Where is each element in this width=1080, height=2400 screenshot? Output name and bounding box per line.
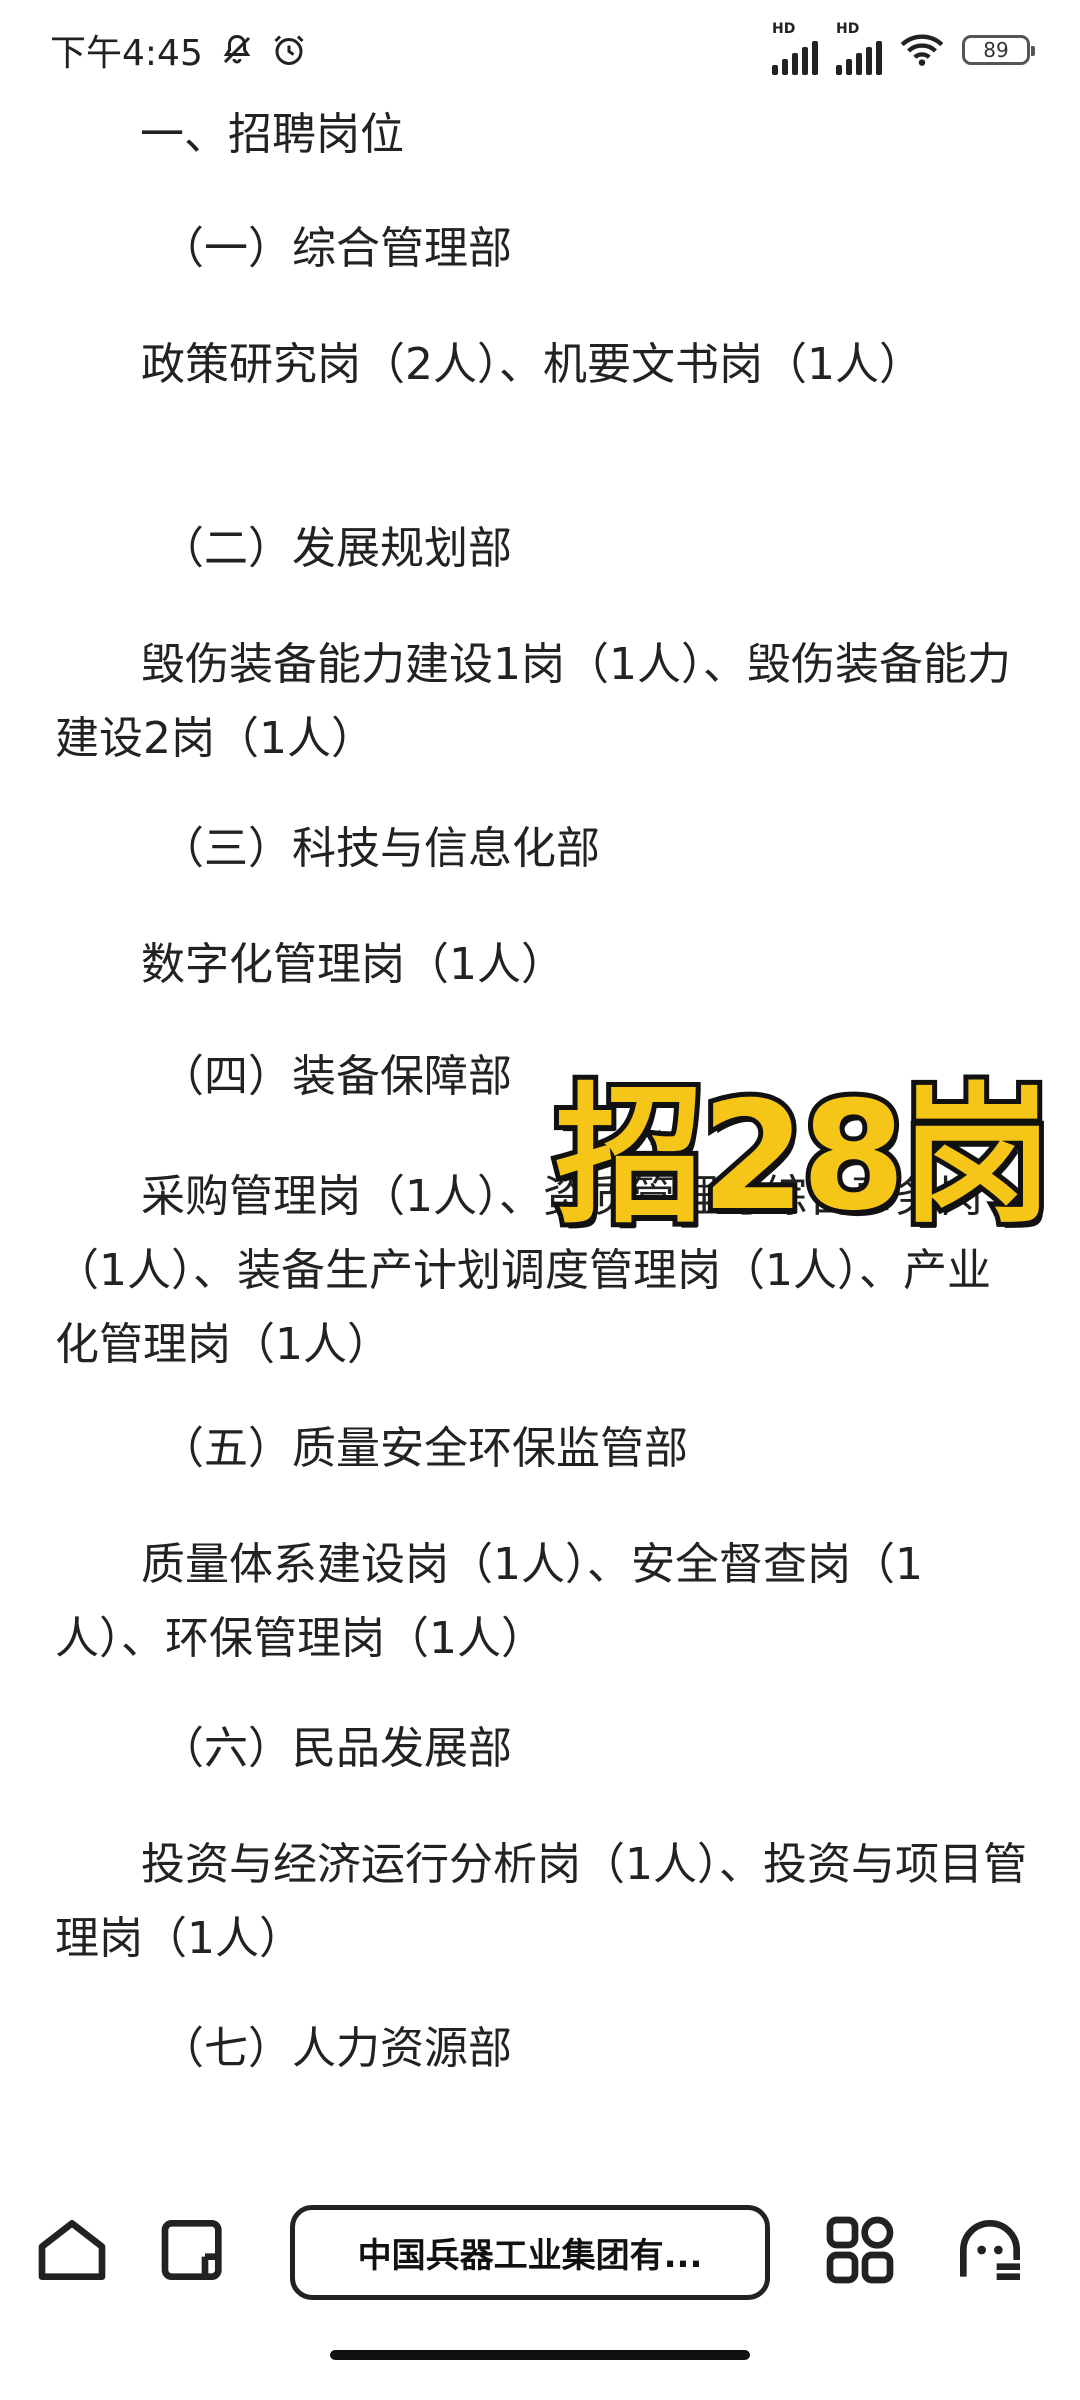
address-bar[interactable]: 中国兵器工业集团有...: [290, 2205, 770, 2300]
heading-recruitment-positions: 一、招聘岗位: [140, 109, 404, 160]
hd-label-2: HD: [836, 21, 860, 37]
apps-grid-icon[interactable]: [820, 2210, 900, 2290]
wifi-icon: [900, 34, 944, 66]
home-indicator[interactable]: [330, 2350, 750, 2360]
bottom-toolbar: 中国兵器工业集团有...: [0, 2180, 1080, 2320]
tabs-icon[interactable]: [155, 2210, 235, 2290]
section-body-5: 质量体系建设岗（1人）、安全督查岗（1人）、环保管理岗（1人）: [55, 1539, 923, 1664]
section-body-3: 数字化管理岗（1人）: [141, 939, 565, 990]
address-bar-text: 中国兵器工业集团有...: [357, 2236, 703, 2276]
section-title-1: （一）综合管理部: [160, 223, 512, 274]
section-title-6: （六）民品发展部: [160, 1723, 512, 1774]
overlay-sticker-text: 招28岗: [550, 1067, 1057, 1247]
section-body-1: 政策研究岗（2人）、机要文书岗（1人）: [141, 339, 923, 390]
section-body-2: 毁伤装备能力建设1岗（1人）、毁伤装备能力建设2岗（1人）: [55, 639, 1011, 764]
section-title-5: （五）质量安全环保监管部: [160, 1423, 688, 1474]
status-time: 下午4:45: [50, 33, 203, 74]
battery-level: 89: [983, 38, 1009, 62]
mute-bell-icon: [223, 34, 251, 64]
section-body-7-partial: ……: [141, 2151, 229, 2180]
section-title-7: （七）人力资源部: [160, 2023, 512, 2074]
hd-label: HD: [772, 21, 796, 37]
signal-icon: HD: [772, 21, 818, 75]
profile-menu-icon[interactable]: [950, 2210, 1030, 2290]
status-bar: 下午4:45 HD HD 89: [0, 0, 1080, 100]
status-left: 下午4:45: [50, 24, 307, 76]
screen: 下午4:45 HD HD 89 一、招聘岗位 （一）综合管理部 政策研究岗（2人…: [0, 0, 1080, 2400]
section-title-3: （三）科技与信息化部: [160, 823, 600, 874]
signal-icon-2: HD: [836, 21, 882, 75]
section-body-6: 投资与经济运行分析岗（1人）、投资与项目管理岗（1人）: [55, 1839, 1027, 1964]
home-icon[interactable]: [32, 2210, 112, 2290]
battery-icon: 89: [962, 35, 1035, 65]
status-right: HD HD 89: [772, 21, 1035, 75]
article-content: 一、招聘岗位 （一）综合管理部 政策研究岗（2人）、机要文书岗（1人） （二）发…: [0, 100, 1080, 2180]
section-title-2: （二）发展规划部: [160, 523, 512, 574]
alarm-icon: [274, 35, 304, 65]
